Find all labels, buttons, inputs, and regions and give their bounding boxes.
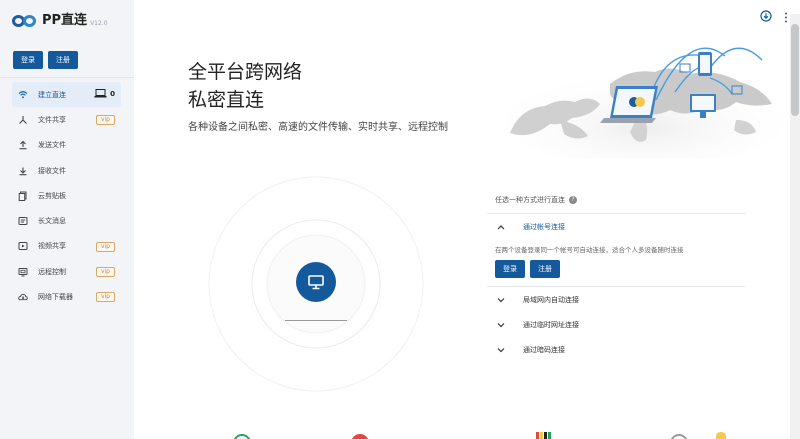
world-map-illustration	[505, 47, 785, 158]
green-feature-icon[interactable]	[233, 434, 251, 439]
chevron-down-icon	[497, 347, 507, 353]
gray-feature-icon[interactable]	[670, 434, 688, 439]
app-logo: PP直连 V12.0	[12, 14, 108, 28]
hero-title: 全平台跨网络 私密直连	[188, 61, 303, 111]
yellow-feature-icon[interactable]	[716, 432, 726, 439]
sidebar-item-label: 发送文件	[38, 141, 66, 150]
remote-control-icon	[18, 267, 28, 277]
vip-badge: vip	[95, 292, 115, 303]
sidebar-item-label: 视频共享	[38, 242, 66, 251]
option-account-connect[interactable]: 通过帐号连接	[487, 214, 746, 239]
clipboard-icon	[18, 191, 28, 201]
sidebar-item-label: 建立直连	[38, 90, 66, 99]
option-lan-connect[interactable]: 局域网内自动连接	[487, 287, 746, 312]
device-name-line	[285, 320, 347, 321]
wifi-icon	[18, 90, 28, 100]
sidebar-item-video-share[interactable]: 视频共享 vip	[12, 234, 121, 259]
sidebar-item-remote-control[interactable]: 远程控制 vip	[12, 259, 121, 284]
this-device-button[interactable]	[296, 262, 336, 302]
vip-badge: vip	[95, 267, 115, 278]
sidebar-nav: 建立直连 0 文件共享 vip 发送文件 接收文件 云剪贴板 长文消息 视频共享…	[12, 82, 121, 310]
chevron-down-icon	[497, 322, 507, 328]
sidebar-item-label: 网络下载器	[38, 293, 73, 302]
sidebar-register-button[interactable]: 注册	[48, 51, 78, 69]
vip-badge: vip	[95, 115, 115, 126]
sidebar-item-label: 长文消息	[38, 217, 66, 226]
download-icon	[18, 166, 28, 176]
sidebar-item-send-file[interactable]: 发送文件	[12, 133, 121, 158]
red-feature-icon[interactable]	[351, 434, 369, 439]
sidebar-item-receive-file[interactable]: 接收文件	[12, 158, 121, 183]
upload-icon	[18, 140, 28, 150]
cloud-download-icon	[18, 292, 28, 302]
sidebar-item-cloud-clipboard[interactable]: 云剪贴板	[12, 183, 121, 208]
chevron-down-icon	[497, 297, 507, 303]
account-register-button[interactable]: 注册	[530, 260, 560, 278]
scrollbar-thumb[interactable]	[791, 24, 799, 116]
sidebar-item-label: 远程控制	[38, 267, 66, 276]
connect-methods-panel: 任选一种方式进行直连 ? 通过帐号连接 在两个设备登录同一个帐号可自动连接，适合…	[487, 194, 746, 362]
chevron-up-icon	[497, 224, 507, 230]
update-download-icon[interactable]	[760, 7, 772, 26]
message-icon	[18, 216, 28, 226]
sidebar-item-label: 云剪贴板	[38, 191, 66, 200]
connect-methods-heading: 任选一种方式进行直连 ?	[487, 194, 746, 206]
sidebar-divider	[0, 77, 134, 78]
option-account-description: 在两个设备登录同一个帐号可自动连接，适合个人多设备随时连接	[495, 246, 684, 254]
hero-subtitle: 各种设备之间私密、高速的文件传输、实时共享、远程控制	[188, 122, 448, 133]
sidebar-item-label: 文件共享	[38, 115, 66, 124]
logo-icon	[12, 14, 38, 28]
sidebar-item-net-downloader[interactable]: 网络下载器 vip	[12, 284, 121, 309]
app-version: V12.0	[90, 20, 108, 27]
device-count-badge: 0	[94, 89, 115, 98]
more-menu-icon[interactable]	[784, 8, 788, 27]
share-icon	[18, 115, 28, 125]
vip-badge: vip	[95, 241, 115, 252]
sidebar-item-file-share[interactable]: 文件共享 vip	[12, 107, 121, 132]
account-login-button[interactable]: 登录	[495, 260, 525, 278]
sidebar-item-connect[interactable]: 建立直连 0	[12, 82, 121, 108]
sidebar: PP直连 V12.0 登录 注册 建立直连 0 文件共享 vip 发送文件 接收…	[0, 0, 134, 439]
color-bars-icon[interactable]	[536, 432, 551, 439]
sidebar-item-label: 接收文件	[38, 166, 66, 175]
app-name: PP直连	[42, 13, 88, 28]
help-icon[interactable]: ?	[569, 196, 577, 204]
video-icon	[18, 241, 28, 251]
laptop-icon	[94, 89, 107, 98]
monitor-icon	[308, 275, 324, 290]
option-temp-url-connect[interactable]: 通过临时网址连接	[487, 312, 746, 337]
option-code-connect[interactable]: 通过暗码连接	[487, 337, 746, 362]
sidebar-item-long-message[interactable]: 长文消息	[12, 208, 121, 233]
sidebar-login-button[interactable]: 登录	[13, 51, 43, 69]
